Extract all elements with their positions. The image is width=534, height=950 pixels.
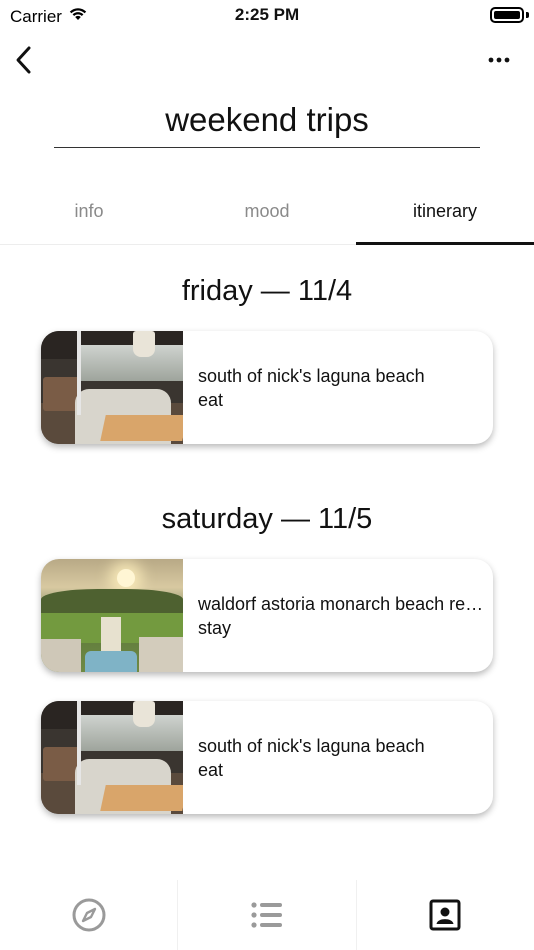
restaurant-thumbnail	[41, 701, 183, 814]
tab-info[interactable]: info	[0, 180, 178, 244]
status-bar: Carrier 2:25 PM	[0, 0, 534, 30]
status-time: 2:25 PM	[234, 5, 300, 24]
itinerary-card[interactable]: south of nick's laguna beach eat	[41, 701, 493, 814]
card-category: eat	[198, 389, 224, 410]
bottom-tab-bar	[0, 880, 534, 950]
more-options-button[interactable]	[484, 48, 514, 72]
segment-tabs: info mood itinerary	[0, 180, 534, 245]
itinerary-card[interactable]: waldorf astoria monarch beach resort sta…	[41, 559, 493, 672]
profile-card-icon	[429, 899, 461, 931]
tab-mood[interactable]: mood	[178, 180, 356, 244]
card-category: stay	[198, 617, 232, 638]
card-category: eat	[198, 759, 224, 780]
card-title: south of nick's laguna beach	[198, 735, 425, 756]
day-header-saturday: saturday — 11/5	[161, 503, 373, 535]
day-header-friday: friday — 11/4	[181, 275, 353, 307]
page-title: weekend trips	[165, 101, 369, 138]
battery-cap	[526, 12, 529, 18]
itinerary-card[interactable]: south of nick's laguna beach eat	[41, 331, 493, 444]
card-text: south of nick's laguna beach eat	[183, 331, 493, 444]
card-title: waldorf astoria monarch beach resort	[198, 593, 485, 614]
hotel-thumbnail	[41, 559, 183, 672]
back-button[interactable]	[8, 42, 38, 78]
list-icon	[251, 902, 282, 928]
tabbar-list[interactable]	[177, 880, 355, 950]
tabbar-profile[interactable]	[355, 880, 534, 950]
card-title: south of nick's laguna beach	[198, 365, 425, 386]
card-text: waldorf astoria monarch beach resort sta…	[183, 559, 493, 672]
chevron-left-icon	[16, 46, 31, 74]
restaurant-thumbnail	[41, 331, 183, 444]
tabbar-explore[interactable]	[0, 880, 177, 950]
battery-icon	[490, 7, 524, 23]
title-field[interactable]: weekend trips	[54, 96, 480, 148]
compass-icon	[72, 898, 106, 932]
card-text: south of nick's laguna beach eat	[183, 701, 493, 814]
more-dots-icon	[488, 57, 510, 63]
tab-itinerary[interactable]: itinerary	[356, 180, 534, 245]
